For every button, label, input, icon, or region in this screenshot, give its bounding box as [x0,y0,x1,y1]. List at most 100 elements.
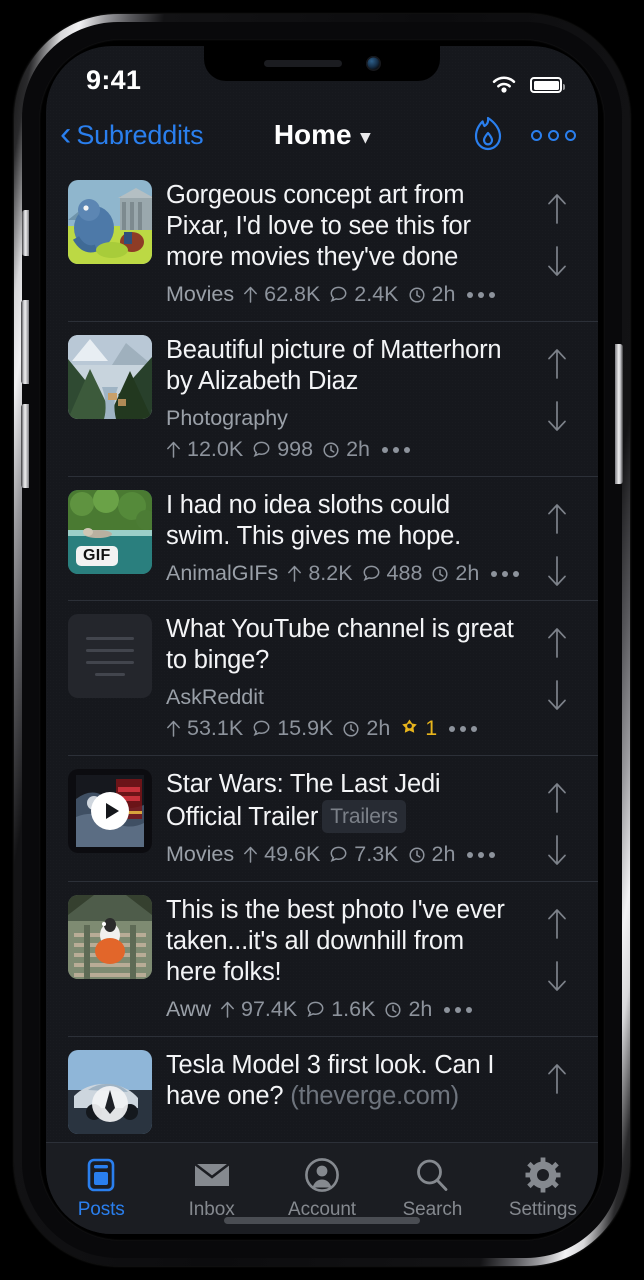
upvote-button[interactable] [544,626,570,660]
downvote-button[interactable] [544,833,570,867]
upvote-button[interactable] [544,192,570,226]
post-domain[interactable]: (theverge.com) [290,1082,459,1110]
upvote-button[interactable] [544,781,570,815]
post-row[interactable]: Gorgeous concept art from Pixar, I'd lov… [46,166,598,321]
post-score: 62.8K [243,282,320,307]
post-feed[interactable]: Gorgeous concept art from Pixar, I'd lov… [46,166,598,1142]
post-score-value: 49.6K [264,842,321,866]
post-flair[interactable]: Trailers [322,800,406,833]
post-meta: AnimalGIFs 8.2K 488 2h [166,561,520,586]
post-overflow-menu[interactable] [381,446,410,453]
post-thumbnail[interactable] [68,335,152,419]
post-thumbnail[interactable] [68,769,152,853]
post-subreddit[interactable]: AnimalGIFs [166,561,278,586]
post-comments-value: 488 [386,561,423,585]
envelope-icon [193,1156,231,1194]
mute-switch[interactable] [22,210,29,256]
post-row[interactable]: Star Wars: The Last Jedi Official Traile… [46,755,598,881]
post-age-value: 2h [431,842,456,866]
chevron-down-icon: ▾ [360,126,371,148]
feed-title-dropdown[interactable]: Home ▾ [274,119,370,151]
post-age-value: 2h [366,716,391,740]
post-subreddit[interactable]: Photography [166,406,288,431]
more-circles-icon[interactable] [531,129,576,141]
post-overflow-menu[interactable] [449,725,478,732]
power-button[interactable] [615,344,623,484]
home-indicator[interactable] [224,1217,420,1224]
post-meta: 53.1K 15.9K 2h 1 [166,716,520,741]
flame-icon[interactable] [471,115,505,155]
post-score-value: 62.8K [264,282,321,306]
comment-bubble-icon [253,720,270,737]
comment-bubble-icon [363,565,379,582]
post-subreddit[interactable]: AskReddit [166,685,264,710]
post-vote-controls [534,490,580,600]
navigation-bar: ‹ Subreddits Home ▾ [46,104,598,166]
battery-full-icon [530,77,565,93]
volume-down-button[interactable] [21,404,29,488]
post-vote-controls [534,180,580,321]
tab-settings[interactable]: Settings [488,1143,598,1234]
post-overflow-menu[interactable] [467,291,496,298]
post-comments: 1.6K [306,997,375,1022]
post-comments-value: 1.6K [331,997,376,1021]
post-thumbnail-text-placeholder[interactable] [68,614,152,698]
back-to-subreddits-button[interactable]: ‹ Subreddits [60,117,204,151]
page-title: Home [273,119,352,150]
post-row[interactable]: What YouTube channel is great to binge? … [46,600,598,755]
post-row[interactable]: This is the best photo I've ever taken..… [46,881,598,1036]
post-row[interactable]: Tesla Model 3 first look. Can I have one… [46,1036,598,1134]
post-thumbnail[interactable] [68,895,152,979]
post-subreddit-row: Photography [166,406,520,431]
gold-star-award-icon [402,719,418,733]
post-overflow-menu[interactable] [467,851,496,858]
post-overflow-menu[interactable] [491,570,520,577]
post-thumbnail[interactable] [68,1050,152,1134]
downvote-button[interactable] [544,554,570,588]
arrow-up-icon [244,286,258,303]
status-bar-clock: 9:41 [86,65,142,95]
post-comments-value: 7.3K [354,842,399,866]
post-vote-controls [534,1050,580,1134]
post-row[interactable]: Beautiful picture of Matterhorn by Aliza… [46,321,598,476]
wifi-icon [492,76,516,93]
tab-posts[interactable]: Posts [46,1143,156,1234]
post-overflow-menu[interactable] [444,1006,473,1013]
downvote-button[interactable] [544,244,570,278]
post-vote-controls [534,895,580,1036]
upvote-button[interactable] [544,347,570,381]
dog-backpack-trestle-image [68,895,152,979]
downvote-button[interactable] [544,959,570,993]
post-subreddit[interactable]: Aww [166,997,211,1022]
post-score: 8.2K [287,561,353,586]
back-button-label: Subreddits [76,119,204,150]
post-row[interactable]: GIF I had no idea sloths could swim. Thi… [46,476,598,600]
comment-bubble-icon [307,1001,324,1018]
post-age: 2h [322,437,370,462]
arrow-up-icon [221,1001,234,1018]
downvote-button[interactable] [544,678,570,712]
post-award[interactable]: 1 [399,716,437,741]
upvote-button[interactable] [544,1062,570,1096]
volume-up-button[interactable] [21,300,29,384]
post-subreddit[interactable]: Movies [166,842,234,867]
post-age: 2h [408,282,455,307]
arrow-up-icon [167,441,180,458]
post-thumbnail[interactable] [68,180,152,264]
post-subreddit[interactable]: Movies [166,282,234,307]
upvote-button[interactable] [544,907,570,941]
post-body: This is the best photo I've ever taken..… [166,895,520,1036]
post-title: Beautiful picture of Matterhorn by Aliza… [166,336,502,395]
post-body: I had no idea sloths could swim. This gi… [166,490,520,600]
upvote-button[interactable] [544,502,570,536]
downvote-button[interactable] [544,399,570,433]
arrow-up-icon [244,846,258,863]
phone-mockup: 9:41 ‹ Subreddits Home ▾ Gorgeous concep… [0,0,644,1280]
gear-icon [525,1156,561,1194]
nav-actions [471,115,576,155]
status-bar-indicators [489,74,565,96]
post-body: Gorgeous concept art from Pixar, I'd lov… [166,180,520,321]
post-score: 12.0K [166,437,243,462]
play-button-icon[interactable] [91,792,129,830]
post-thumbnail[interactable]: GIF [68,490,152,574]
